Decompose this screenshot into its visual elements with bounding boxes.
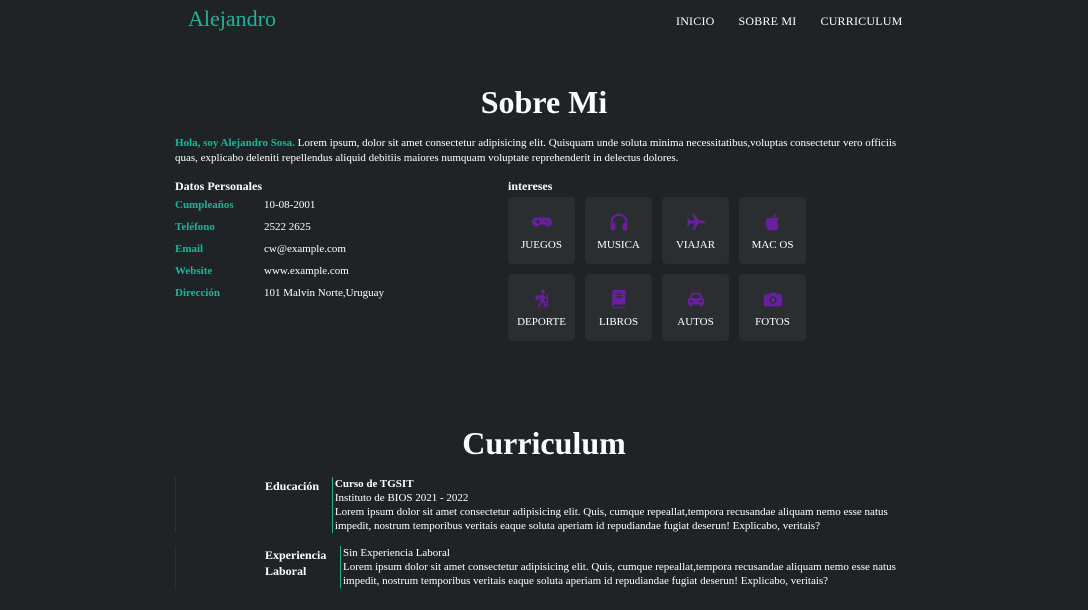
timeline-divider bbox=[175, 546, 176, 590]
timeline-divider bbox=[175, 477, 176, 533]
personal-data: Datos Personales Cumpleaños 10-08-2001 T… bbox=[175, 179, 475, 304]
education-label: Educación bbox=[265, 479, 320, 493]
experience-label-line1: Experiencia bbox=[265, 548, 327, 562]
interest-label: JUEGOS bbox=[521, 238, 562, 251]
experience-label: Experiencia Laboral bbox=[265, 546, 340, 588]
info-value: 10-08-2001 bbox=[264, 199, 316, 211]
interest-tile-deporte[interactable]: DEPORTE bbox=[508, 274, 575, 341]
interest-tile-fotos[interactable]: FOTOS bbox=[739, 274, 806, 341]
interest-label: FOTOS bbox=[755, 315, 790, 328]
page: Alejandro INICIO SOBRE MI CURRICULUM Sob… bbox=[0, 0, 1088, 610]
interests-heading: intereses bbox=[508, 179, 553, 193]
camera-icon bbox=[763, 292, 782, 306]
info-key: Teléfono bbox=[175, 221, 215, 233]
info-value: 2522 2625 bbox=[264, 221, 311, 233]
interest-label: VIAJAR bbox=[675, 238, 716, 251]
about-title: Sobre Mi bbox=[480, 84, 608, 120]
info-key: Dirección bbox=[175, 287, 221, 299]
info-value[interactable]: www.example.com bbox=[264, 265, 349, 277]
book-icon bbox=[611, 289, 625, 308]
experience-row: Experiencia Laboral Sin Experiencia Labo… bbox=[265, 546, 905, 588]
info-row-website: Website www.example.com bbox=[175, 260, 475, 282]
about-intro: Hola, soy Alejandro Sosa. Lorem ipsum, d… bbox=[175, 136, 905, 166]
gamepad-icon bbox=[531, 216, 552, 227]
info-row-birthday: Cumpleaños 10-08-2001 bbox=[175, 194, 475, 216]
plane-icon bbox=[686, 213, 705, 230]
interest-label: MAC OS bbox=[751, 238, 794, 251]
interests-grid: JUEGOS MUSICA VIAJAR MAC OS DEPORTE LIBR… bbox=[508, 197, 806, 341]
info-row-phone: Teléfono 2522 2625 bbox=[175, 216, 475, 238]
education-text: Lorem ipsum dolor sit amet consectetur a… bbox=[334, 506, 888, 532]
info-value[interactable]: cw@example.com bbox=[264, 243, 346, 255]
headphones-icon bbox=[610, 213, 627, 230]
info-value: 101 Malvin Norte,Uruguay bbox=[264, 287, 385, 299]
interest-tile-autos[interactable]: AUTOS bbox=[662, 274, 729, 341]
info-key: Website bbox=[175, 265, 213, 277]
interest-tile-musica[interactable]: MUSICA bbox=[585, 197, 652, 264]
experience-label-line2: Laboral bbox=[265, 564, 307, 578]
brand-logo[interactable]: Alejandro bbox=[188, 6, 276, 32]
main-nav: INICIO SOBRE MI CURRICULUM bbox=[676, 14, 927, 29]
interest-label: MUSICA bbox=[597, 238, 640, 251]
nav-inicio[interactable]: INICIO bbox=[676, 14, 715, 29]
hiking-icon bbox=[535, 289, 548, 307]
education-content: Curso de TGSIT Instituto de BIOS 2021 - … bbox=[331, 477, 905, 533]
interest-tile-viajar[interactable]: VIAJAR bbox=[662, 197, 729, 264]
info-row-email: Email cw@example.com bbox=[175, 238, 475, 260]
personal-data-heading: Datos Personales bbox=[175, 179, 262, 193]
education-row: Educación Curso de TGSIT Instituto de BI… bbox=[265, 477, 905, 533]
interest-label: AUTOS bbox=[677, 315, 714, 328]
curriculum-title: Curriculum bbox=[462, 425, 626, 461]
interest-label: LIBROS bbox=[598, 315, 639, 328]
interest-label: DEPORTE bbox=[517, 315, 566, 328]
experience-title: Sin Experiencia Laboral bbox=[343, 547, 450, 559]
info-row-address: Dirección 101 Malvin Norte,Uruguay bbox=[175, 282, 475, 304]
interest-tile-juegos[interactable]: JUEGOS bbox=[508, 197, 575, 264]
info-key: Email bbox=[175, 243, 204, 255]
interests: intereses JUEGOS MUSICA VIAJAR MAC OS DE… bbox=[508, 179, 806, 341]
nav-curriculum[interactable]: CURRICULUM bbox=[820, 14, 902, 29]
experience-content: Sin Experiencia Laboral Lorem ipsum dolo… bbox=[340, 546, 903, 588]
education-institute: Instituto de BIOS 2021 - 2022 bbox=[334, 492, 469, 504]
interest-tile-mac-os[interactable]: MAC OS bbox=[739, 197, 806, 264]
education-course: Curso de TGSIT bbox=[334, 478, 414, 490]
car-icon bbox=[687, 292, 704, 306]
experience-text: Lorem ipsum dolor sit amet consectetur a… bbox=[343, 561, 896, 587]
info-key: Cumpleaños bbox=[175, 199, 234, 211]
interest-tile-libros[interactable]: LIBROS bbox=[585, 274, 652, 341]
nav-sobre-mi[interactable]: SOBRE MI bbox=[739, 14, 797, 29]
apple-icon bbox=[765, 213, 779, 231]
about-greeting: Hola, soy Alejandro Sosa. bbox=[175, 137, 295, 149]
